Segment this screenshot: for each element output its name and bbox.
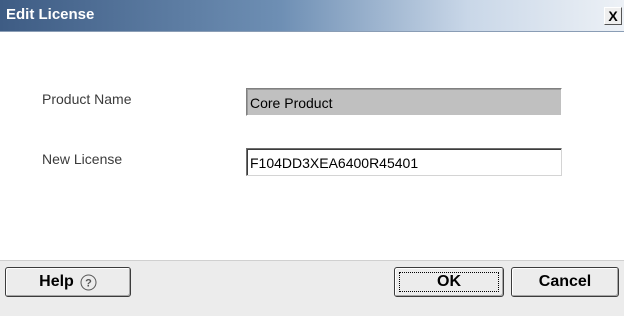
edit-license-dialog: Edit License X Product Name Core Product… (0, 0, 624, 316)
help-button[interactable]: Help ? (5, 267, 131, 297)
close-icon: X (608, 8, 618, 24)
help-button-label: Help (39, 273, 74, 290)
button-bar: Help ? OK Cancel (0, 260, 624, 316)
title-bar[interactable]: Edit License X (0, 0, 624, 32)
ok-button[interactable]: OK (394, 267, 504, 297)
new-license-input[interactable]: F104DD3XEA6400R45401 (246, 148, 562, 176)
question-circle-icon: ? (80, 274, 97, 291)
ok-button-label: OK (437, 273, 461, 290)
cancel-button-label: Cancel (538, 273, 592, 290)
new-license-label: New License (42, 151, 123, 167)
cancel-button[interactable]: Cancel (511, 267, 619, 297)
svg-text:?: ? (85, 277, 92, 289)
dialog-title: Edit License (6, 6, 95, 23)
product-name-label: Product Name (42, 91, 132, 107)
product-name-field: Core Product (246, 88, 562, 116)
close-button[interactable]: X (604, 7, 622, 25)
